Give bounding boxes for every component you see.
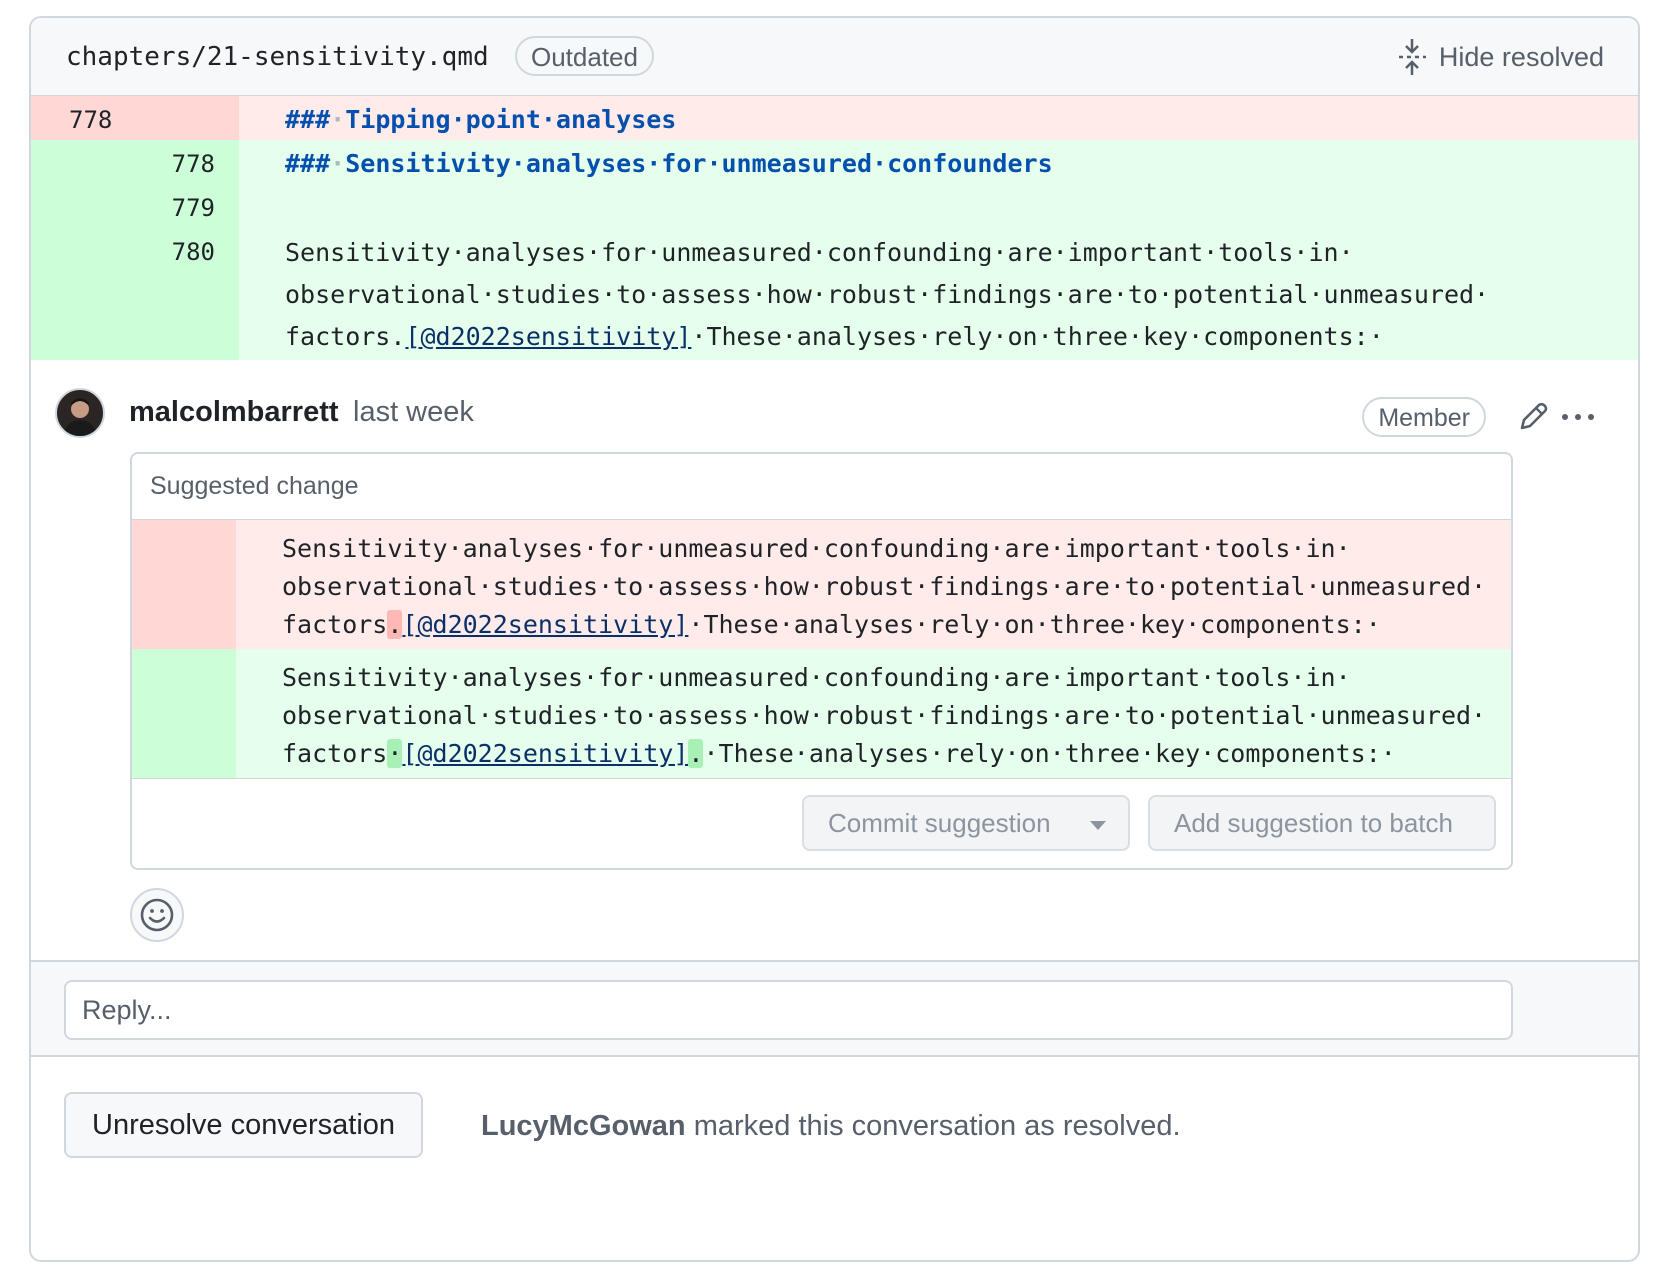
- added-char-highlight: ·: [387, 739, 403, 768]
- resolver-name[interactable]: LucyMcGowan: [481, 1110, 686, 1142]
- review-conversation-card: chapters/21-sensitivity.qmd Outdated Hid…: [29, 16, 1640, 1262]
- file-header: chapters/21-sensitivity.qmd Outdated Hid…: [31, 18, 1638, 96]
- removed-char-highlight: .: [387, 610, 403, 639]
- new-line-gutter: [135, 96, 239, 140]
- citation-link[interactable]: [@d2022sensitivity]: [402, 610, 688, 639]
- triangle-down-icon: [1090, 821, 1106, 830]
- old-line-gutter: [31, 184, 135, 228]
- suggestion-gutter: [132, 520, 236, 649]
- citation-link[interactable]: [@d2022sensitivity]: [402, 739, 688, 768]
- suggestion-actions: Commit suggestion Add suggestion to batc…: [132, 778, 1511, 868]
- suggested-change-box: Suggested change Sensitivity·analyses·fo…: [130, 452, 1513, 870]
- line-number: 778: [69, 106, 113, 134]
- suggestion-added-line: Sensitivity·analyses·for·unmeasured·conf…: [132, 649, 1511, 778]
- code-text: factors.: [285, 322, 406, 351]
- diff-code: Sensitivity·analyses·for·unmeasured·conf…: [285, 232, 1489, 358]
- commit-suggestion-label: Commit suggestion: [828, 808, 1051, 838]
- suggestion-header: Suggested change: [132, 454, 1511, 520]
- code-text: Sensitivity·analyses·for·unmeasured·conf…: [282, 534, 1351, 563]
- line-number: 779: [171, 194, 215, 222]
- comment-author[interactable]: malcolmbarrett: [129, 396, 339, 429]
- diff-code: ###·Sensitivity·analyses·for·unmeasured·…: [285, 149, 1053, 178]
- avatar-image: [63, 398, 97, 436]
- resolved-text: marked this conversation as resolved.: [693, 1110, 1181, 1142]
- code-text: Sensitivity·analyses·for·unmeasured·conf…: [285, 238, 1354, 267]
- new-line-gutter[interactable]: 780: [135, 228, 239, 360]
- old-line-gutter: [31, 228, 135, 360]
- fold-icon: [1398, 39, 1426, 75]
- add-to-batch-label: Add suggestion to batch: [1174, 808, 1453, 838]
- comment-timestamp[interactable]: last week: [353, 396, 474, 429]
- reply-bar: [31, 960, 1638, 1057]
- new-line-gutter[interactable]: 779: [135, 184, 239, 228]
- member-badge: Member: [1362, 397, 1486, 437]
- old-line-gutter: [31, 140, 135, 184]
- code-text: observational·studies·to·assess·how·robu…: [282, 572, 1487, 601]
- heading-text: Sensitivity·analyses·for·unmeasured·conf…: [345, 149, 1053, 178]
- diff-hunk: 778 ###·Tipping·point·analyses 778 ###·S…: [31, 96, 1638, 360]
- citation-link[interactable]: [@d2022sensitivity]: [405, 322, 691, 351]
- new-line-gutter[interactable]: 778: [135, 140, 239, 184]
- code-text: factors: [282, 739, 388, 768]
- resolved-status: LucyMcGowan marked this conversation as …: [481, 1110, 1181, 1143]
- heading-marker: ###: [285, 149, 331, 178]
- outdated-badge: Outdated: [515, 36, 654, 76]
- code-text: observational·studies·to·assess·how·robu…: [282, 701, 1487, 730]
- code-text: ·These·analyses·rely·on·three·key·compon…: [703, 739, 1396, 768]
- pencil-icon[interactable]: [1516, 400, 1550, 434]
- diff-line-added: 780 Sensitivity·analyses·for·unmeasured·…: [31, 228, 1638, 360]
- commit-suggestion-button[interactable]: Commit suggestion: [802, 795, 1130, 851]
- suggestion-code: Sensitivity·analyses·for·unmeasured·conf…: [282, 530, 1486, 644]
- suggestion-gutter: [132, 649, 236, 778]
- add-to-batch-button[interactable]: Add suggestion to batch: [1148, 795, 1496, 851]
- suggestion-removed-line: Sensitivity·analyses·for·unmeasured·conf…: [132, 520, 1511, 649]
- old-line-gutter[interactable]: 778: [31, 96, 135, 140]
- added-char-highlight: .: [688, 739, 704, 768]
- suggestion-title: Suggested change: [150, 472, 359, 500]
- file-path[interactable]: chapters/21-sensitivity.qmd: [66, 42, 489, 72]
- code-text: ·These·analyses·rely·on·three·key·compon…: [688, 610, 1381, 639]
- reply-input[interactable]: [64, 980, 1513, 1040]
- hide-resolved-label: Hide resolved: [1438, 41, 1604, 72]
- code-text: factors: [282, 610, 388, 639]
- diff-line-removed: 778 ###·Tipping·point·analyses: [31, 96, 1638, 140]
- diff-line-added: 779: [31, 184, 1638, 228]
- code-text: ·These·analyses·rely·on·three·key·compon…: [691, 322, 1384, 351]
- suggestion-code: Sensitivity·analyses·for·unmeasured·conf…: [282, 659, 1486, 773]
- heading-text: Tipping·point·analyses: [345, 105, 677, 134]
- unresolve-conversation-button[interactable]: Unresolve conversation: [64, 1092, 424, 1158]
- code-text: Sensitivity·analyses·for·unmeasured·conf…: [282, 663, 1351, 692]
- heading-marker: ###: [285, 105, 331, 134]
- diff-line-added: 778 ###·Sensitivity·analyses·for·unmeasu…: [31, 140, 1638, 184]
- code-text: observational·studies·to·assess·how·robu…: [285, 280, 1490, 309]
- line-number: 780: [171, 238, 215, 266]
- kebab-horizontal-icon[interactable]: [1558, 400, 1598, 434]
- line-number: 778: [171, 150, 215, 178]
- diff-code: ###·Tipping·point·analyses: [285, 105, 677, 134]
- avatar[interactable]: [55, 388, 105, 438]
- smiley-icon: [140, 898, 174, 932]
- add-reaction-button[interactable]: [130, 888, 184, 942]
- hide-resolved-button[interactable]: Hide resolved: [1397, 36, 1604, 78]
